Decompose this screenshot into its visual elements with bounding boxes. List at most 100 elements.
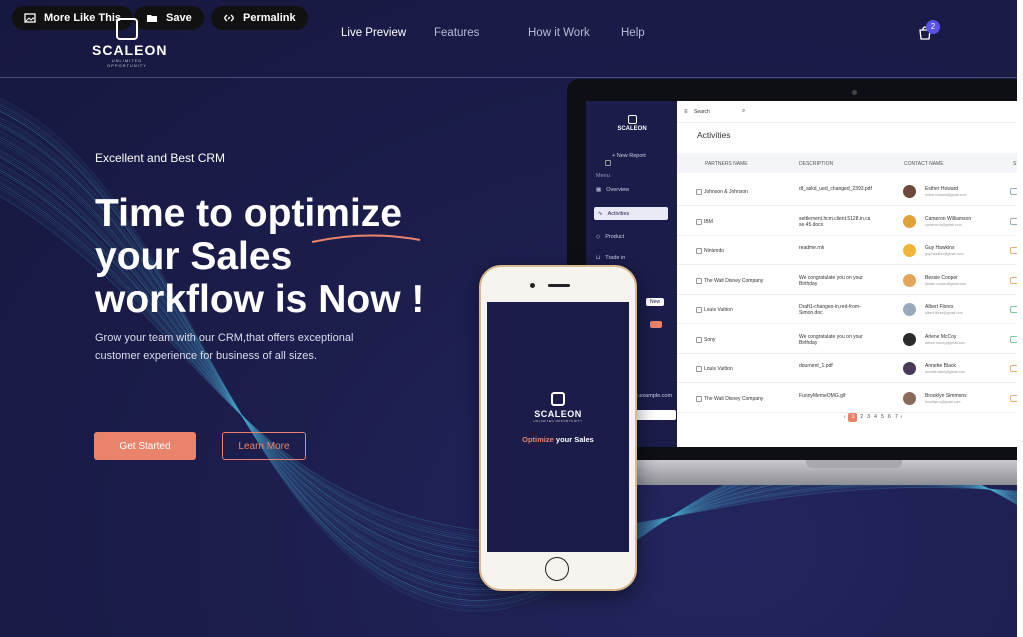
nav-how-it-work[interactable]: How it Work — [528, 27, 590, 39]
partner-name: IBM — [704, 218, 713, 225]
avatar — [903, 332, 916, 346]
description-line-2: se.45.docx — [799, 221, 824, 228]
description-line-1: dournent_1.pdf — [799, 363, 833, 369]
partner-name: Johnson & Johnson — [704, 189, 748, 195]
page-current[interactable]: 1 — [848, 413, 858, 422]
page-link[interactable]: 6 — [888, 414, 891, 420]
page-link[interactable]: 3 — [867, 414, 870, 420]
table-row[interactable]: The Walt Disney Company FunnyMemeOMG.gif… — [677, 383, 1023, 413]
partner-name: Louis Vuitton — [704, 366, 733, 372]
row-checkbox[interactable] — [696, 189, 702, 195]
contact: Guy Hawkins guy.hawkins@gmail.com — [925, 245, 964, 257]
sidebar-item-overview[interactable]: ▦ Overview — [596, 187, 629, 193]
page-link[interactable]: 2 — [860, 414, 863, 420]
account-email: ex.example.com — [632, 393, 673, 399]
nav-help[interactable]: Help — [621, 27, 645, 39]
page-prev[interactable]: ‹ — [844, 414, 846, 420]
contact-email: bessie.cooper@gmail.com — [925, 281, 967, 286]
col-partners: PARTNERS NAME — [705, 161, 748, 167]
logo-mark-icon — [551, 392, 565, 406]
contact-email: arlene.mccoy@gmail.com — [925, 340, 966, 345]
contact-name: Arlene McCoy — [925, 333, 957, 340]
description: dt_askd_ued_changed_2393.pdf — [799, 186, 891, 192]
contact: Brooklyn Simmons brooklyn.s@gmail.com — [925, 393, 967, 405]
grid-icon: ▦ — [596, 187, 602, 193]
hero-subtext: Grow your team with our CRM,that offers … — [95, 329, 395, 365]
sidebar-item-activities[interactable]: ∿ Activities — [594, 207, 668, 220]
cart-count-badge: 2 — [926, 20, 940, 34]
row-checkbox[interactable] — [696, 336, 702, 343]
dashboard-title: Activities — [697, 130, 731, 140]
select-all-checkbox[interactable] — [605, 160, 611, 166]
contact: Bessie Cooper bessie.cooper@gmail.com — [925, 275, 966, 287]
subtext-line-1: Grow your team with our CRM,that offers … — [95, 332, 354, 344]
table-row[interactable]: Louis Vuitton dournent_1.pdf Annette Bla… — [677, 354, 1023, 383]
get-started-button[interactable]: Get Started — [94, 432, 196, 460]
contact: Annette Black annette.black@gmail.com — [925, 363, 965, 375]
table-row[interactable]: The Walt Disney Company We congratulate … — [677, 265, 1023, 295]
permalink-button[interactable]: Permalink — [211, 6, 308, 30]
avatar — [903, 273, 916, 287]
description-line-2: Birthday — [799, 280, 818, 287]
description-line-1: dt_askd_ued_changed_2393.pdf — [799, 186, 872, 192]
dashboard-brand: SCALEON — [617, 126, 647, 132]
description: Draft1-changes-in,red-from- Simon.doc — [799, 304, 891, 316]
contact: Albert Flores albert.flores@gmail.com — [925, 304, 963, 316]
activity-icon: ∿ — [598, 210, 603, 217]
row-checkbox[interactable] — [696, 307, 702, 313]
sidebar-item-label: Overview — [606, 187, 630, 193]
row-checkbox[interactable] — [696, 366, 702, 372]
laptop-camera — [852, 90, 857, 95]
partner-name: Louis Vuitton — [704, 307, 733, 313]
table-row[interactable]: Johnson & Johnson dt_askd_ued_changed_23… — [677, 177, 1023, 206]
new-badge: New — [646, 298, 665, 306]
contact-email: cameron.w@gmail.com — [925, 222, 962, 227]
page-link[interactable]: 7 — [895, 414, 898, 420]
page-link[interactable]: 4 — [874, 414, 877, 420]
dashboard-search-input[interactable]: Search — [694, 109, 748, 118]
nav-live-preview[interactable]: Live Preview — [341, 27, 406, 39]
table-row[interactable]: Louis Vuitton Draft1-changes-in,red-from… — [677, 295, 1023, 324]
menu-icon[interactable]: ≡ — [684, 109, 688, 115]
contact-email: esther.howard@gmail.com — [925, 193, 967, 197]
table-row[interactable]: Sony We congratulate you on your Birthda… — [677, 324, 1023, 354]
avatar — [903, 391, 916, 405]
nav-features[interactable]: Features — [434, 27, 479, 39]
link-icon — [224, 14, 234, 22]
row-checkbox[interactable] — [696, 248, 702, 254]
partner-name: Nintendo — [704, 248, 725, 254]
row-checkbox[interactable] — [696, 218, 702, 225]
avatar — [903, 303, 916, 316]
header-divider — [0, 77, 1023, 78]
col-description: DESCRIPTION — [799, 161, 834, 167]
page-next[interactable]: › — [901, 414, 903, 420]
pagination: ‹ 1 2 3 4 5 6 7 › — [844, 413, 902, 422]
contact-name: Cameron Williamson — [925, 215, 972, 222]
table-row[interactable]: IBM settlement.hcm.client.5128.in.ca se.… — [677, 206, 1023, 236]
headline-line-2: your Sales — [95, 235, 293, 278]
sidebar-item-label: Product — [605, 234, 625, 240]
brand-logo[interactable]: SCALEON UNLIMITED OPPORTUNITY — [92, 18, 166, 68]
description-line-1: FunnyMemeOMG.gif — [799, 392, 846, 399]
permalink-label: Permalink — [243, 12, 296, 24]
description: We congratulate you on your Birthday — [799, 334, 891, 346]
logo-mark-icon — [116, 18, 138, 40]
row-checkbox[interactable] — [696, 277, 702, 284]
save-label: Save — [166, 12, 192, 24]
logout-button[interactable] — [634, 410, 676, 420]
row-checkbox[interactable] — [696, 395, 702, 402]
new-report-button[interactable]: + New Report — [612, 153, 646, 159]
partner-name: Sony — [704, 336, 716, 343]
description: FunnyMemeOMG.gif — [799, 393, 891, 399]
sidebar-item-product[interactable]: ◇ Product — [596, 234, 624, 240]
learn-more-button[interactable]: Learn More — [222, 432, 306, 460]
sidebar-item-trade-in[interactable]: ⊔ Trade in — [596, 255, 625, 261]
table-row[interactable]: Nintendo readme.rnk Guy Hawkins guy.hawk… — [677, 236, 1023, 265]
contact-email: annette.black@gmail.com — [925, 370, 966, 374]
search-icon[interactable]: ⌕ — [742, 108, 745, 115]
count-badge — [650, 321, 662, 328]
description: dournent_1.pdf — [799, 363, 891, 369]
page-link[interactable]: 5 — [881, 414, 884, 420]
contact-email: guy.hawkins@gmail.com — [925, 252, 964, 256]
contact: Esther Howard esther.howard@gmail.com — [925, 186, 967, 198]
